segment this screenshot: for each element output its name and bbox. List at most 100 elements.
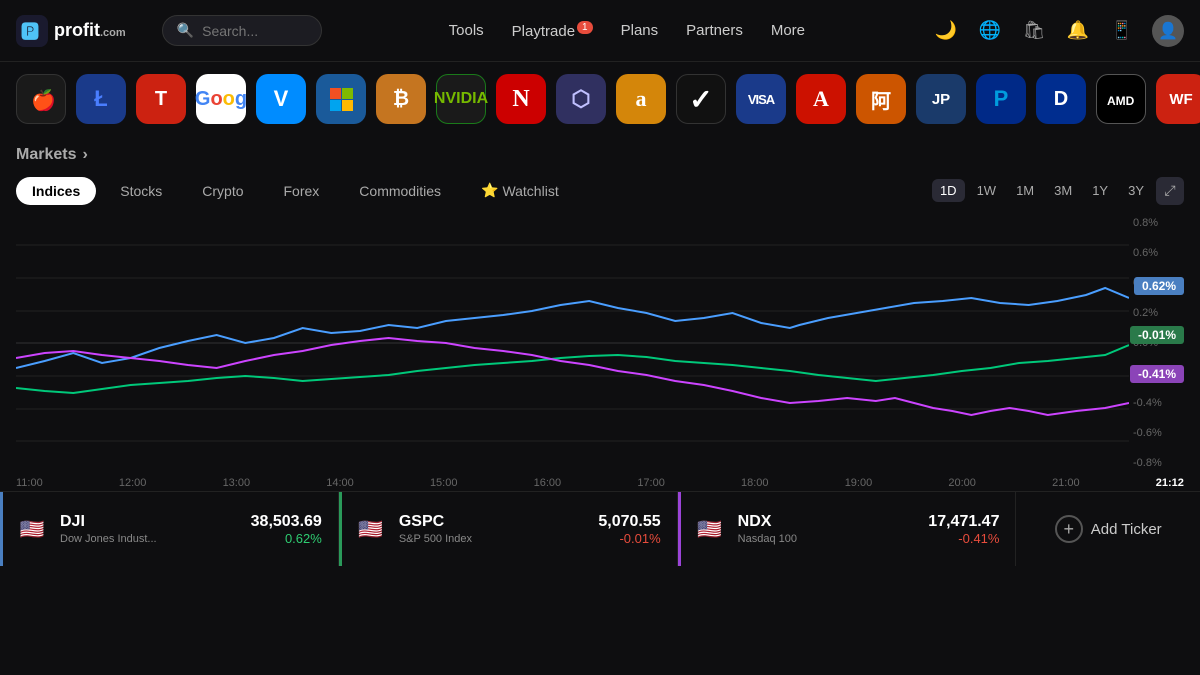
nav-playtrade[interactable]: Playtrade1 (512, 22, 593, 40)
ndx-price: 17,471.47 -0.41% (928, 513, 999, 546)
expand-chart-button[interactable]: ⤢ (1156, 177, 1184, 205)
phone-icon[interactable]: 📱 (1108, 17, 1136, 45)
gspc-name: S&P 500 Index (399, 533, 587, 545)
dark-mode-icon[interactable]: 🌙 (932, 17, 960, 45)
markets-section: Markets › Indices Stocks Crypto Forex Co… (0, 146, 1200, 489)
search-icon: 🔍 (177, 22, 194, 39)
add-ticker-card[interactable]: + Add Ticker (1016, 492, 1200, 566)
ticker-msft[interactable] (316, 74, 366, 124)
x-axis-labels: 11:00 12:00 13:00 14:00 15:00 16:00 17:0… (16, 473, 1184, 489)
x-label-2100: 21:00 (1052, 477, 1080, 489)
tab-forex[interactable]: Forex (268, 177, 336, 205)
add-ticker-label: Add Ticker (1091, 521, 1162, 538)
dji-name: Dow Jones Indust... (60, 533, 239, 545)
dji-change: 0.62% (251, 531, 322, 546)
ticker-dis[interactable]: D (1036, 74, 1086, 124)
playtrade-badge: 1 (577, 21, 593, 34)
svg-text:AMD: AMD (1107, 94, 1135, 108)
nav-more[interactable]: More (771, 22, 805, 39)
globe-icon[interactable]: 🌐 (976, 17, 1004, 45)
x-label-1900: 19:00 (845, 477, 873, 489)
tab-commodities[interactable]: Commodities (343, 177, 457, 205)
tab-stocks[interactable]: Stocks (104, 177, 178, 205)
ticker-amzn[interactable]: a (616, 74, 666, 124)
badge-gspc: -0.01% (1130, 326, 1184, 344)
ticker-goog[interactable]: Goog (196, 74, 246, 124)
markets-title: Markets (16, 146, 76, 164)
time-1y[interactable]: 1Y (1084, 179, 1116, 202)
tabs-row: Indices Stocks Crypto Forex Commodities … (16, 176, 1184, 205)
nav-links: Tools Playtrade1 Plans Partners More (449, 22, 805, 40)
chart-svg (16, 213, 1129, 473)
markets-arrow: › (82, 146, 87, 164)
bell-icon[interactable]: 🔔 (1064, 17, 1092, 45)
ticker-nvda[interactable]: NVIDIA (436, 74, 486, 124)
ticker-v[interactable]: V (256, 74, 306, 124)
tabs-left: Indices Stocks Crypto Forex Commodities … (16, 176, 575, 205)
add-ticker-icon: + (1055, 515, 1083, 543)
chart-line-dji (16, 288, 1129, 368)
x-label-1800: 18:00 (741, 477, 769, 489)
nav-tools[interactable]: Tools (449, 22, 484, 39)
ticker-pypl[interactable]: P (976, 74, 1026, 124)
badge-ndx: -0.41% (1130, 365, 1184, 383)
ticker-info-dji: DJI Dow Jones Indust... (60, 513, 239, 545)
x-label-1700: 17:00 (637, 477, 665, 489)
dji-value: 38,503.69 (251, 513, 322, 531)
time-3m[interactable]: 3M (1046, 179, 1080, 202)
ticker-nke[interactable]: ✓ (676, 74, 726, 124)
avatar[interactable]: 👤 (1152, 15, 1184, 47)
chart-line-gspc (16, 345, 1129, 393)
ticker-jpm[interactable]: JP (916, 74, 966, 124)
time-3y[interactable]: 3Y (1120, 179, 1152, 202)
ticker-aapl[interactable]: 🍎 (16, 74, 66, 124)
tab-indices[interactable]: Indices (16, 177, 96, 205)
tab-watchlist[interactable]: ⭐ ⭐ Watchlist Watchlist (465, 176, 575, 205)
ticker-nflx[interactable]: N (496, 74, 546, 124)
search-input[interactable] (202, 23, 307, 39)
ndx-name: Nasdaq 100 (738, 533, 917, 545)
markets-header[interactable]: Markets › (16, 146, 1184, 164)
ticker-baba[interactable]: 阿 (856, 74, 906, 124)
gspc-symbol: GSPC (399, 513, 587, 531)
ticker-adbe[interactable]: A (796, 74, 846, 124)
flag-dji: 🇺🇸 (16, 513, 48, 545)
ticker-card-gspc[interactable]: 🇺🇸 GSPC S&P 500 Index 5,070.55 -0.01% (339, 492, 678, 566)
ticker-ltc[interactable]: Ł (76, 74, 126, 124)
search-box[interactable]: 🔍 (162, 15, 322, 46)
gspc-value: 5,070.55 (598, 513, 660, 531)
ticker-btc[interactable]: ₿ (376, 74, 426, 124)
header-icons: 🌙 🌐 🛍 🔔 📱 👤 (932, 15, 1184, 47)
tab-crypto[interactable]: Crypto (186, 177, 259, 205)
bottom-tickers: 🇺🇸 DJI Dow Jones Indust... 38,503.69 0.6… (0, 491, 1200, 566)
time-1d[interactable]: 1D (932, 179, 965, 202)
x-label-1300: 13:00 (223, 477, 251, 489)
time-1m[interactable]: 1M (1008, 179, 1042, 202)
ticker-eth[interactable]: ⬡ (556, 74, 606, 124)
x-label-1200: 12:00 (119, 477, 147, 489)
ticker-amd[interactable]: AMD (1096, 74, 1146, 124)
dji-price: 38,503.69 0.62% (251, 513, 322, 546)
logo[interactable]: 🅿 profit.com (16, 15, 126, 47)
time-1w[interactable]: 1W (969, 179, 1005, 202)
x-label-1400: 14:00 (326, 477, 354, 489)
shop-icon[interactable]: 🛍 (1020, 17, 1048, 45)
header: 🅿 profit.com 🔍 Tools Playtrade1 Plans Pa… (0, 0, 1200, 62)
ticker-info-gspc: GSPC S&P 500 Index (399, 513, 587, 545)
ticker-wf[interactable]: WF (1156, 74, 1200, 124)
nav-plans[interactable]: Plans (621, 22, 659, 39)
ticker-tsla[interactable]: T (136, 74, 186, 124)
ndx-symbol: NDX (738, 513, 917, 531)
ticker-card-ndx[interactable]: 🇺🇸 NDX Nasdaq 100 17,471.47 -0.41% (678, 492, 1017, 566)
dji-symbol: DJI (60, 513, 239, 531)
svg-text:🅿: 🅿 (21, 22, 39, 42)
nav-partners[interactable]: Partners (686, 22, 743, 39)
gspc-change: -0.01% (598, 531, 660, 546)
ndx-value: 17,471.47 (928, 513, 999, 531)
ndx-change: -0.41% (928, 531, 999, 546)
ticker-visa[interactable]: VISA (736, 74, 786, 124)
x-label-1600: 16:00 (534, 477, 562, 489)
ticker-strip: 🍎 Ł T Goog V ₿ NVIDIA N ⬡ (0, 62, 1200, 136)
logo-text: profit.com (54, 20, 126, 41)
ticker-card-dji[interactable]: 🇺🇸 DJI Dow Jones Indust... 38,503.69 0.6… (0, 492, 339, 566)
